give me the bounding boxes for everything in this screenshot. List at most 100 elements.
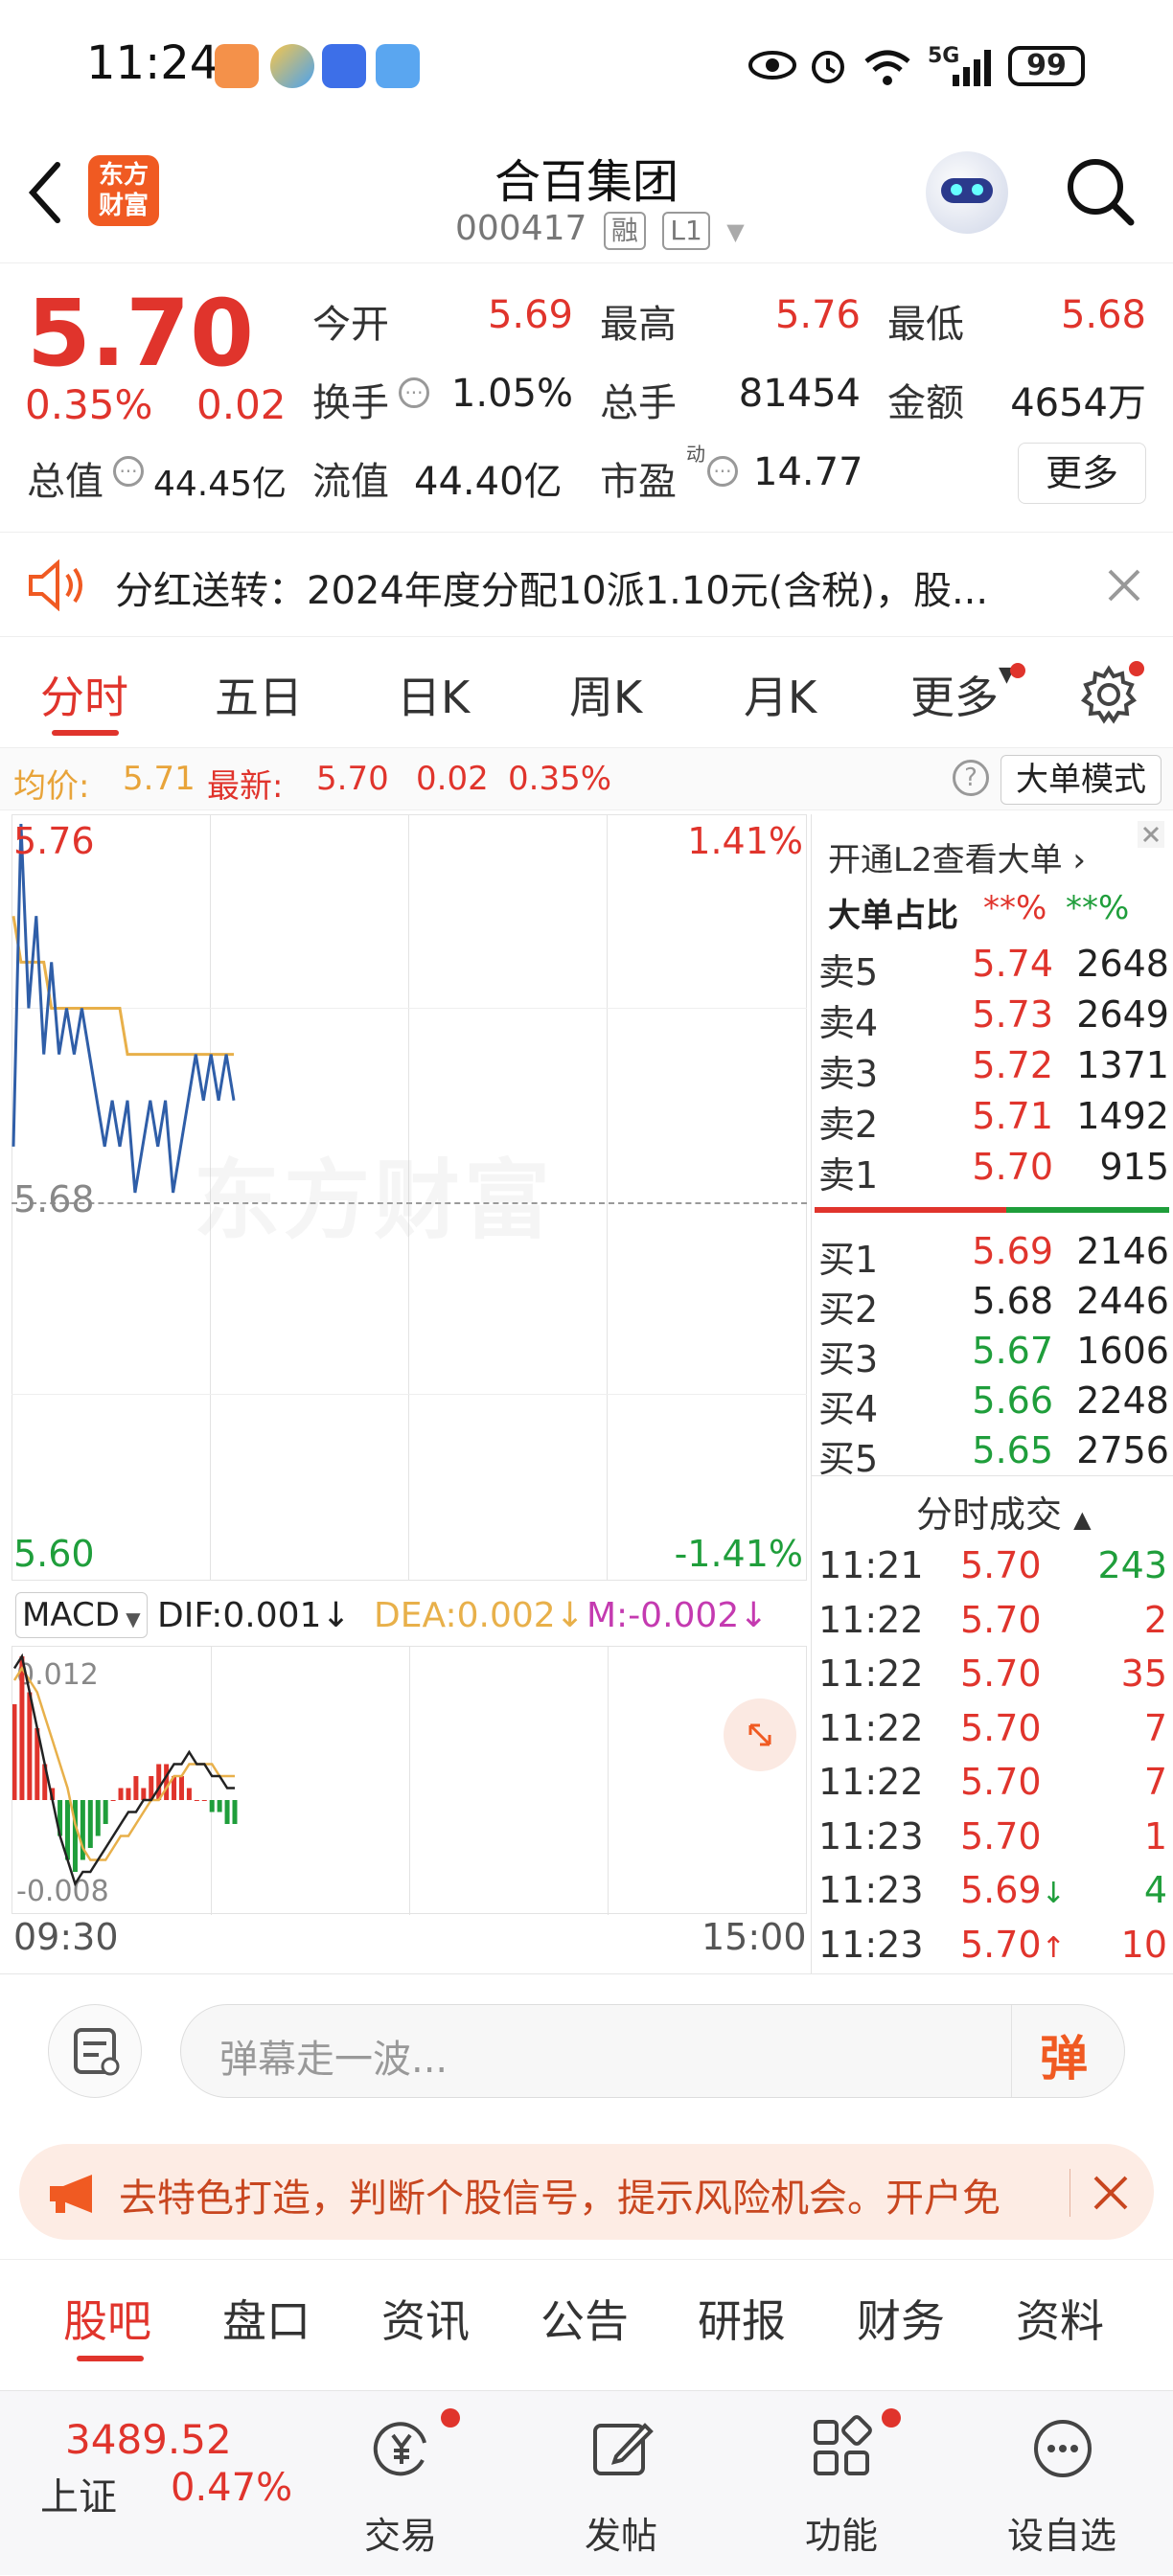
tab-monthly-k[interactable]: 月K <box>744 663 816 726</box>
amount-value: 4654万 <box>1010 381 1146 425</box>
tab-market-depth[interactable]: 盘口 <box>222 2287 310 2350</box>
stock-header: 东方 财富 合百集团 000417 融 L1 ▼ <box>0 134 1173 263</box>
trade-time: 11:23 <box>818 1923 924 1966</box>
trade-price: 5.70 <box>960 1815 1085 1858</box>
trade-price: 5.70 <box>960 1653 1085 1695</box>
trade-price-value: 5.70 <box>960 1814 1042 1858</box>
status-time: 11:24 <box>86 36 219 90</box>
tab-weekly-k[interactable]: 周K <box>569 663 642 726</box>
ask-row[interactable]: 卖4 5.73 2649 <box>818 993 1173 1044</box>
robot-assistant-icon[interactable] <box>926 151 1008 234</box>
axis-high-price: 5.76 <box>13 820 95 862</box>
ask-row[interactable]: 卖3 5.72 1371 <box>818 1044 1173 1095</box>
more-button[interactable]: 更多 <box>1018 443 1146 504</box>
l2-banner[interactable]: 开通L2查看大单 › <box>828 833 1086 880</box>
info-dots-icon[interactable]: ··· <box>113 456 144 487</box>
bid-row[interactable]: 买3 5.67 1606 <box>818 1330 1173 1380</box>
promo-banner[interactable]: 去特色打造，判断个股信号，提示风险机会。开户免 <box>19 2144 1154 2240</box>
trade-price: 5.70 <box>960 1544 1085 1586</box>
close-icon[interactable] <box>1106 567 1142 604</box>
bid-row[interactable]: 买2 5.68 2446 <box>818 1280 1173 1331</box>
bid-row[interactable]: 买5 5.65 2756 <box>818 1429 1173 1480</box>
tab-more[interactable]: 更多▼ <box>910 663 1015 726</box>
danmu-settings-icon[interactable] <box>48 2004 142 2098</box>
macd-dif: DIF:0.001↓ <box>157 1596 351 1635</box>
latest-change-pct: 0.35% <box>508 760 612 798</box>
bid-volume: 2756 <box>1076 1429 1169 1471</box>
volume-label: 总手 <box>600 381 677 425</box>
ask-row[interactable]: 卖2 5.71 1492 <box>818 1095 1173 1146</box>
search-icon[interactable] <box>1064 155 1137 228</box>
macd-hist-bar <box>209 1800 215 1812</box>
macd-dif-line <box>12 1653 235 1887</box>
nav-functions[interactable]: 功能 <box>765 2391 918 2576</box>
help-icon[interactable]: ? <box>953 760 989 796</box>
nav-post[interactable]: 发帖 <box>544 2391 698 2576</box>
tab-five-day[interactable]: 五日 <box>215 663 303 726</box>
bid-bar <box>1006 1207 1169 1213</box>
info-dots-icon[interactable]: ··· <box>707 456 738 487</box>
tab-daily-k[interactable]: 日K <box>397 663 470 726</box>
ask-row[interactable]: 卖1 5.70 915 <box>818 1146 1173 1197</box>
turnover-value: 1.05% <box>450 372 573 416</box>
tab-forum[interactable]: 股吧 <box>63 2287 151 2350</box>
bid-price: 5.66 <box>972 1379 1053 1422</box>
ask-row[interactable]: 卖5 5.74 2648 <box>818 943 1173 993</box>
big-order-mode-button[interactable]: 大单模式 <box>1000 755 1162 805</box>
trade-row: 11:22 5.70 2 <box>818 1599 1173 1653</box>
intraday-chart[interactable]: 东方财富 5.76 1.41% 5.68 5.60 -1.41% <box>12 814 807 1590</box>
low-value: 5.68 <box>1060 293 1146 337</box>
tab-research[interactable]: 研报 <box>698 2287 786 2350</box>
macd-hist-bar <box>133 1776 139 1800</box>
pe-dynamic-sup: 动 <box>686 443 705 466</box>
info-dots-icon[interactable]: ··· <box>399 377 429 408</box>
trades-title-text: 分时成交 <box>916 1493 1063 1536</box>
macd-select[interactable]: MACD ▼ <box>15 1592 148 1638</box>
bid-price: 5.67 <box>972 1330 1053 1372</box>
ask-price: 5.71 <box>972 1095 1053 1137</box>
trade-time: 11:23 <box>818 1814 924 1858</box>
ask-bar <box>815 1207 1006 1213</box>
dropdown-arrow-icon: ▼ <box>726 218 745 245</box>
float-value: 44.40亿 <box>414 460 563 504</box>
ask-label: 卖1 <box>818 1154 879 1197</box>
danmu-input[interactable]: 弹幕走一波... 弹 <box>180 2004 1125 2098</box>
ask-volume: 2649 <box>1076 993 1169 1036</box>
big-order-ratio-green: **% <box>1066 889 1130 927</box>
ask-volume: 2648 <box>1076 943 1169 985</box>
dividend-notice[interactable]: 分红送转：2024年度分配10派1.10元(含税)，股... <box>0 532 1173 637</box>
axis-high-pct: 1.41% <box>687 820 803 862</box>
low-label: 最低 <box>887 303 964 347</box>
nav-post-label: 发帖 <box>584 2515 657 2557</box>
nav-trade[interactable]: 交易 <box>324 2391 477 2576</box>
bid-row[interactable]: 买1 5.69 2146 <box>818 1230 1173 1281</box>
bid-row[interactable]: 买4 5.66 2248 <box>818 1379 1173 1430</box>
status-bar: 11:24 5G 99 <box>0 0 1173 134</box>
eye-icon <box>748 51 796 80</box>
tab-financials[interactable]: 财务 <box>857 2287 945 2350</box>
trade-row: 11:22 5.70 35 <box>818 1653 1173 1706</box>
stock-code-row[interactable]: 000417 融 L1 ▼ <box>455 209 745 250</box>
time-start: 09:30 <box>13 1916 119 1958</box>
settings-gear-icon[interactable] <box>1079 665 1138 724</box>
nav-add-watchlist[interactable]: 设自选 <box>985 2391 1138 2576</box>
macd-hist-bar <box>164 1764 170 1800</box>
price-line <box>12 823 236 1194</box>
active-tab-indicator <box>52 730 119 736</box>
open-label: 今开 <box>312 303 389 347</box>
margin-tag: 融 <box>603 212 646 250</box>
close-icon[interactable] <box>1137 820 1165 849</box>
tab-news[interactable]: 资讯 <box>381 2287 470 2350</box>
tab-profile[interactable]: 资料 <box>1016 2287 1104 2350</box>
index-name: 上证 <box>40 2475 117 2519</box>
index-widget[interactable]: 3489.52 上证 0.47% <box>19 2391 316 2576</box>
battery-icon: 99 <box>1008 46 1085 86</box>
index-value: 3489.52 <box>65 2416 232 2463</box>
tab-announcements[interactable]: 公告 <box>540 2287 629 2350</box>
index-pct: 0.47% <box>171 2466 293 2510</box>
close-icon[interactable] <box>1091 2173 1131 2213</box>
price-info-line: 均价: 5.71 最新: 5.70 0.02 0.35% ? 大单模式 <box>0 747 1173 810</box>
danmu-send-button[interactable]: 弹 <box>1040 2020 1088 2089</box>
trades-title[interactable]: 分时成交 ▲ <box>916 1485 1092 1538</box>
tab-intraday[interactable]: 分时 <box>40 663 128 726</box>
